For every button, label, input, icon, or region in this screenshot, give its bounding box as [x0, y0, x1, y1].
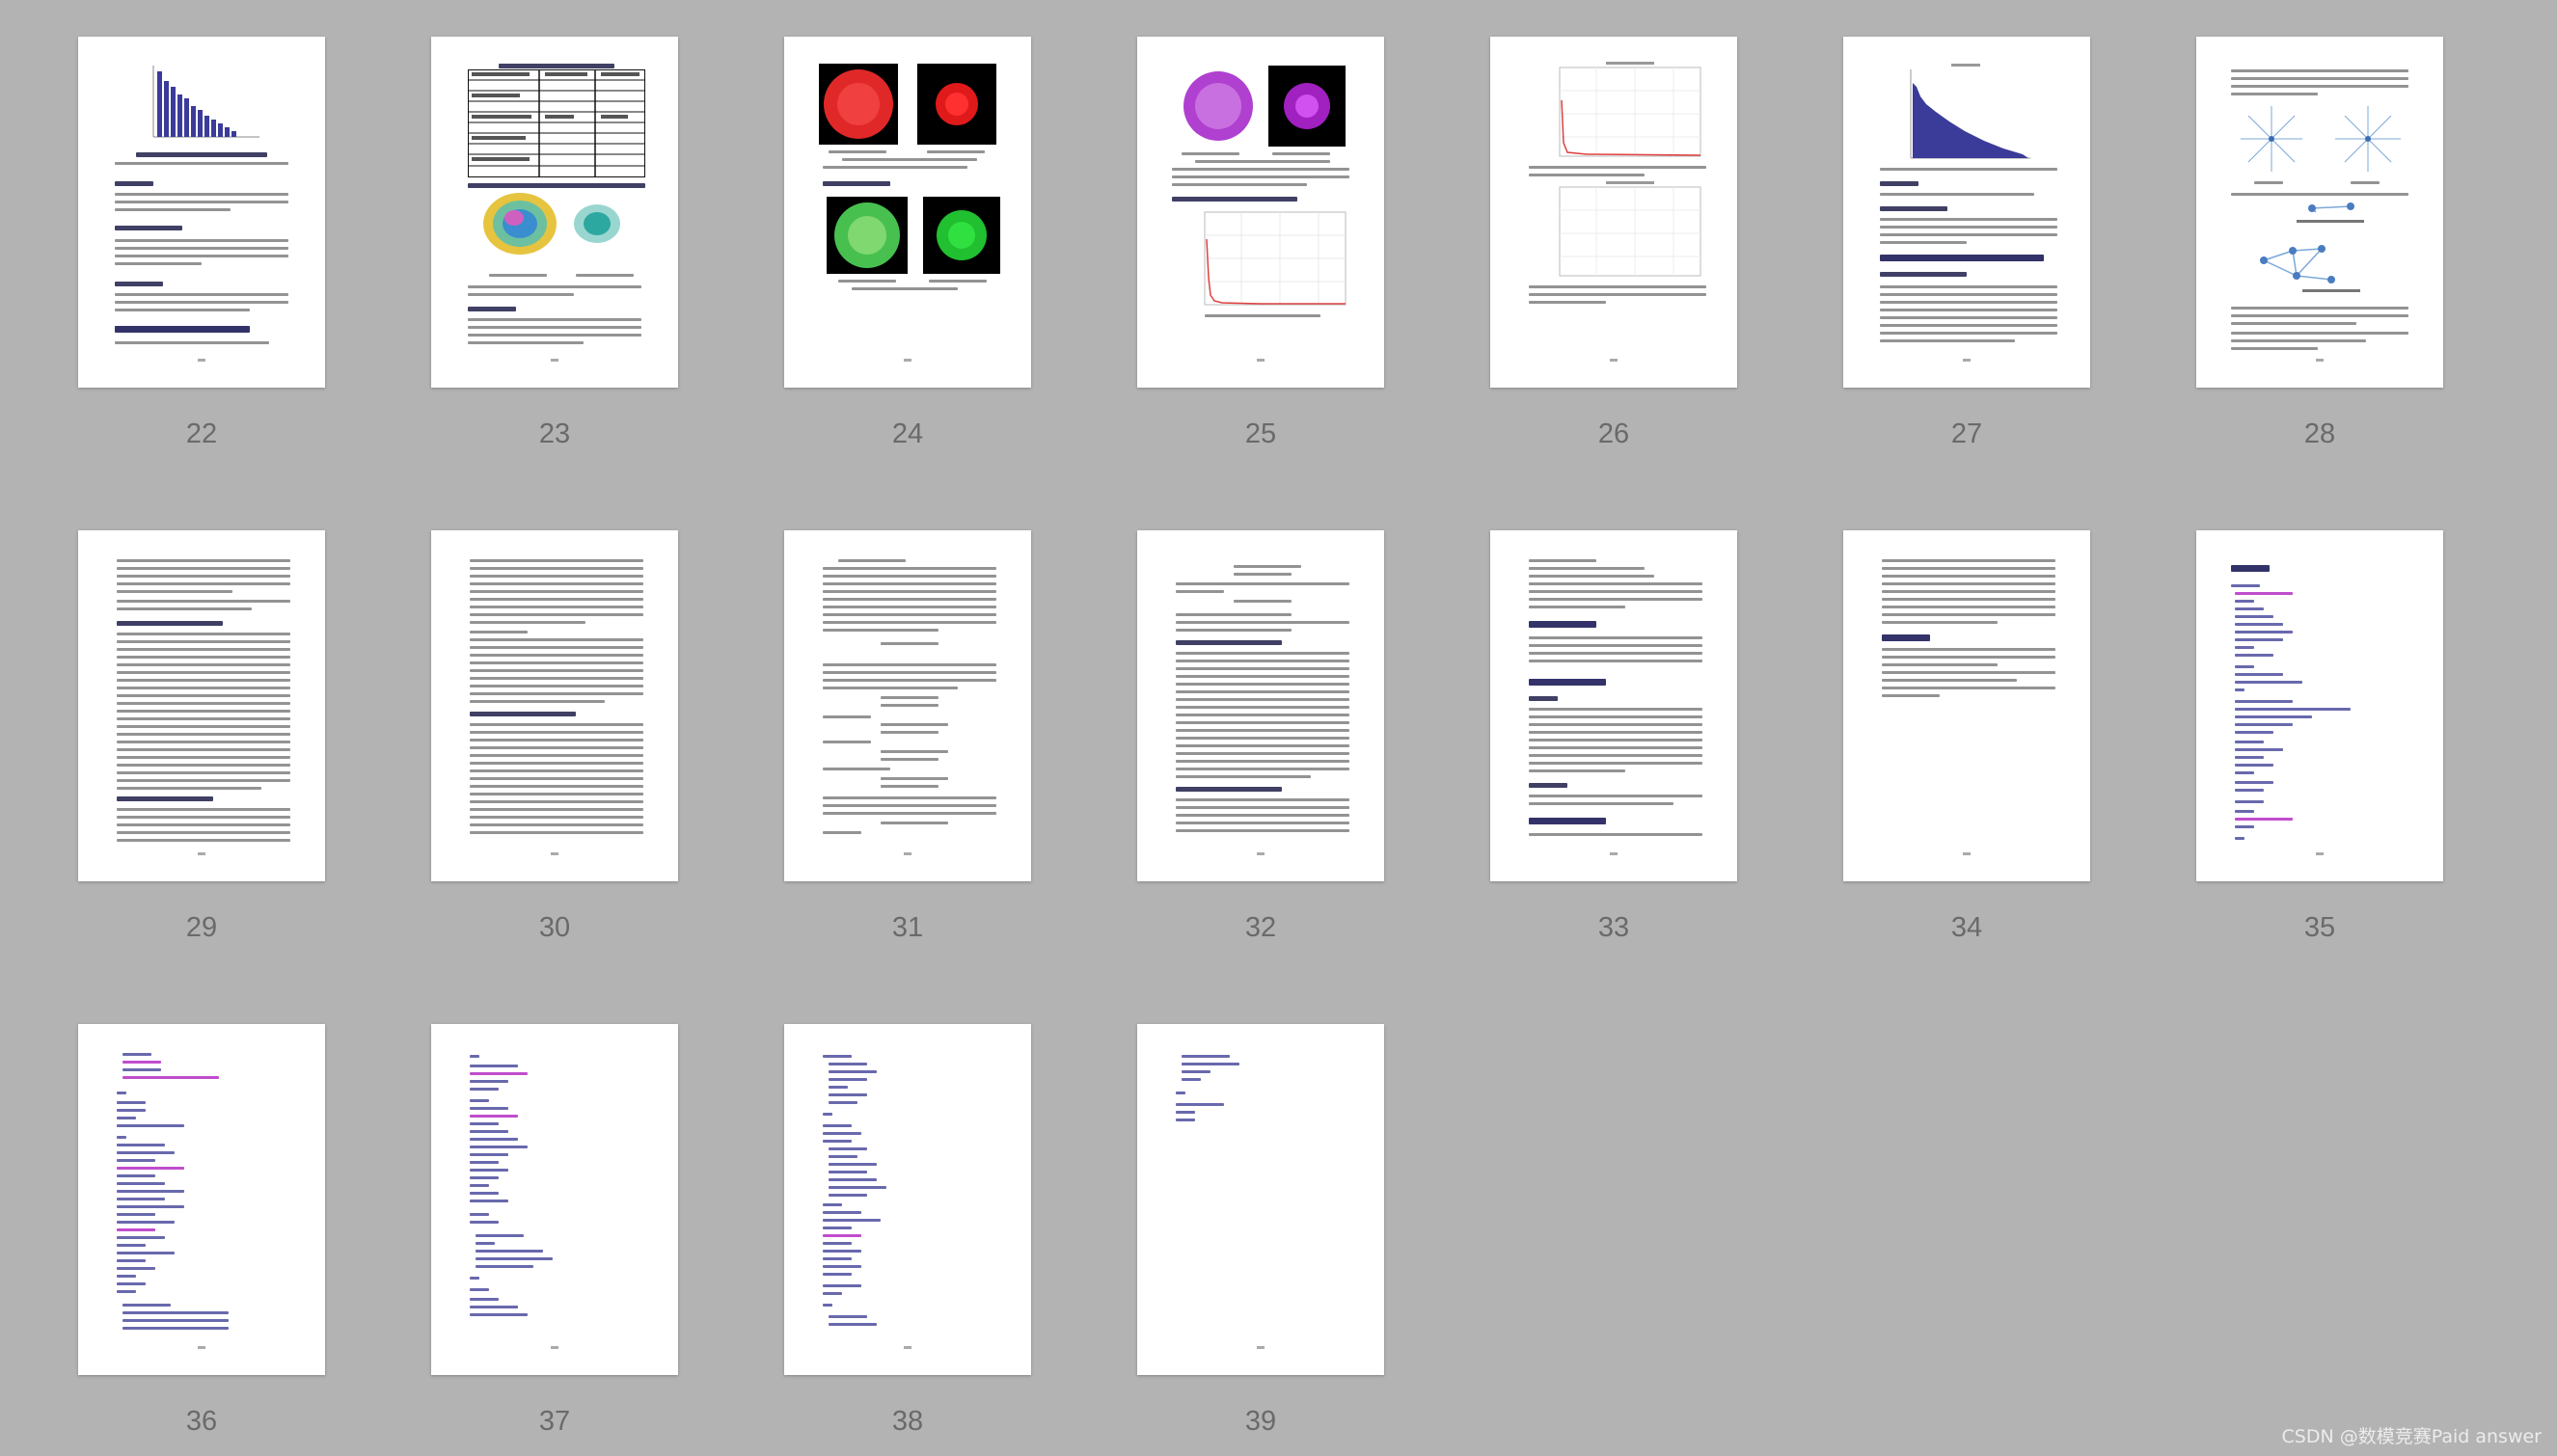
page-preview: [431, 530, 678, 881]
page-number: 26: [1597, 418, 1630, 449]
page-preview: [431, 1024, 678, 1375]
page-number: 27: [1950, 418, 1983, 449]
page-preview: [2196, 37, 2443, 388]
page-thumbnail-31[interactable]: 31: [784, 530, 1031, 942]
page-thumbnail-35[interactable]: 35: [2196, 530, 2443, 942]
page-preview: [1490, 37, 1737, 388]
page-preview: [784, 530, 1031, 881]
page-preview: [78, 530, 325, 881]
page-thumbnail-32[interactable]: 32: [1137, 530, 1384, 942]
page-number: 39: [1244, 1406, 1277, 1437]
page-preview: [1843, 37, 2090, 388]
page-preview: [431, 37, 678, 388]
page-number: 35: [2303, 912, 2336, 943]
page-thumbnail-27[interactable]: 27: [1843, 37, 2090, 448]
page-thumbnail-28[interactable]: 28: [2196, 37, 2443, 448]
page-number: 25: [1244, 418, 1277, 449]
page-number: 22: [185, 418, 218, 449]
page-preview: [1137, 1024, 1384, 1375]
degree-distribution-chart: [1559, 62, 1701, 157]
purple-network-images: [1180, 66, 1346, 147]
page-number: 29: [185, 912, 218, 943]
page-preview: [1490, 530, 1737, 881]
page-number: 38: [891, 1406, 924, 1437]
page-preview: [784, 37, 1031, 388]
page-thumbnail-38[interactable]: 38: [784, 1024, 1031, 1436]
page-thumbnail-36[interactable]: 36: [78, 1024, 325, 1436]
page-preview: [784, 1024, 1031, 1375]
page-thumbnail-23[interactable]: 23: [431, 37, 678, 448]
star-graph-figures: [2241, 106, 2401, 172]
degree-distribution-chart: [1204, 211, 1347, 306]
histogram-figure: [152, 66, 259, 138]
degree-distribution-chart-2: [1559, 181, 1701, 277]
red-network-images: [819, 64, 996, 145]
page-thumbnail-37[interactable]: 37: [431, 1024, 678, 1436]
data-table-figure: [468, 69, 645, 177]
watermark: CSDN @数模竞赛Paid answer: [2281, 1426, 2542, 1447]
small-network-figures: [2260, 202, 2364, 292]
page-number: 23: [538, 418, 571, 449]
page-thumbnail-25[interactable]: 25: [1137, 37, 1384, 448]
green-network-images: [827, 197, 1000, 274]
page-preview: [78, 37, 325, 388]
page-number: 36: [185, 1406, 218, 1437]
page-preview: [78, 1024, 325, 1375]
page-number: 32: [1244, 912, 1277, 943]
page-thumbnail-33[interactable]: 33: [1490, 530, 1737, 942]
page-number: 33: [1597, 912, 1630, 943]
page-number: 34: [1950, 912, 1983, 943]
page-preview: [1137, 37, 1384, 388]
page-thumbnail-26[interactable]: 26: [1490, 37, 1737, 448]
page-thumbnail-39[interactable]: 39: [1137, 1024, 1384, 1436]
page-number: 31: [891, 912, 924, 943]
page-number: 28: [2303, 418, 2336, 449]
page-preview: [1843, 530, 2090, 881]
page-preview: [2196, 530, 2443, 881]
page-thumbnail-22[interactable]: 22: [78, 37, 325, 448]
page-thumbnail-grid: 22 23 24 25 26 27 28 29 30 31 32 33 34 3…: [0, 0, 2557, 1456]
page-thumbnail-34[interactable]: 34: [1843, 530, 2090, 942]
page-number: 30: [538, 912, 571, 943]
page-thumbnail-30[interactable]: 30: [431, 530, 678, 942]
page-thumbnail-24[interactable]: 24: [784, 37, 1031, 448]
page-number: 24: [891, 418, 924, 449]
network-visualization-figure: [483, 193, 620, 255]
page-preview: [1137, 530, 1384, 881]
degree-distribution-histogram: [1910, 64, 2030, 159]
page-number: 37: [538, 1406, 571, 1437]
page-thumbnail-29[interactable]: 29: [78, 530, 325, 942]
